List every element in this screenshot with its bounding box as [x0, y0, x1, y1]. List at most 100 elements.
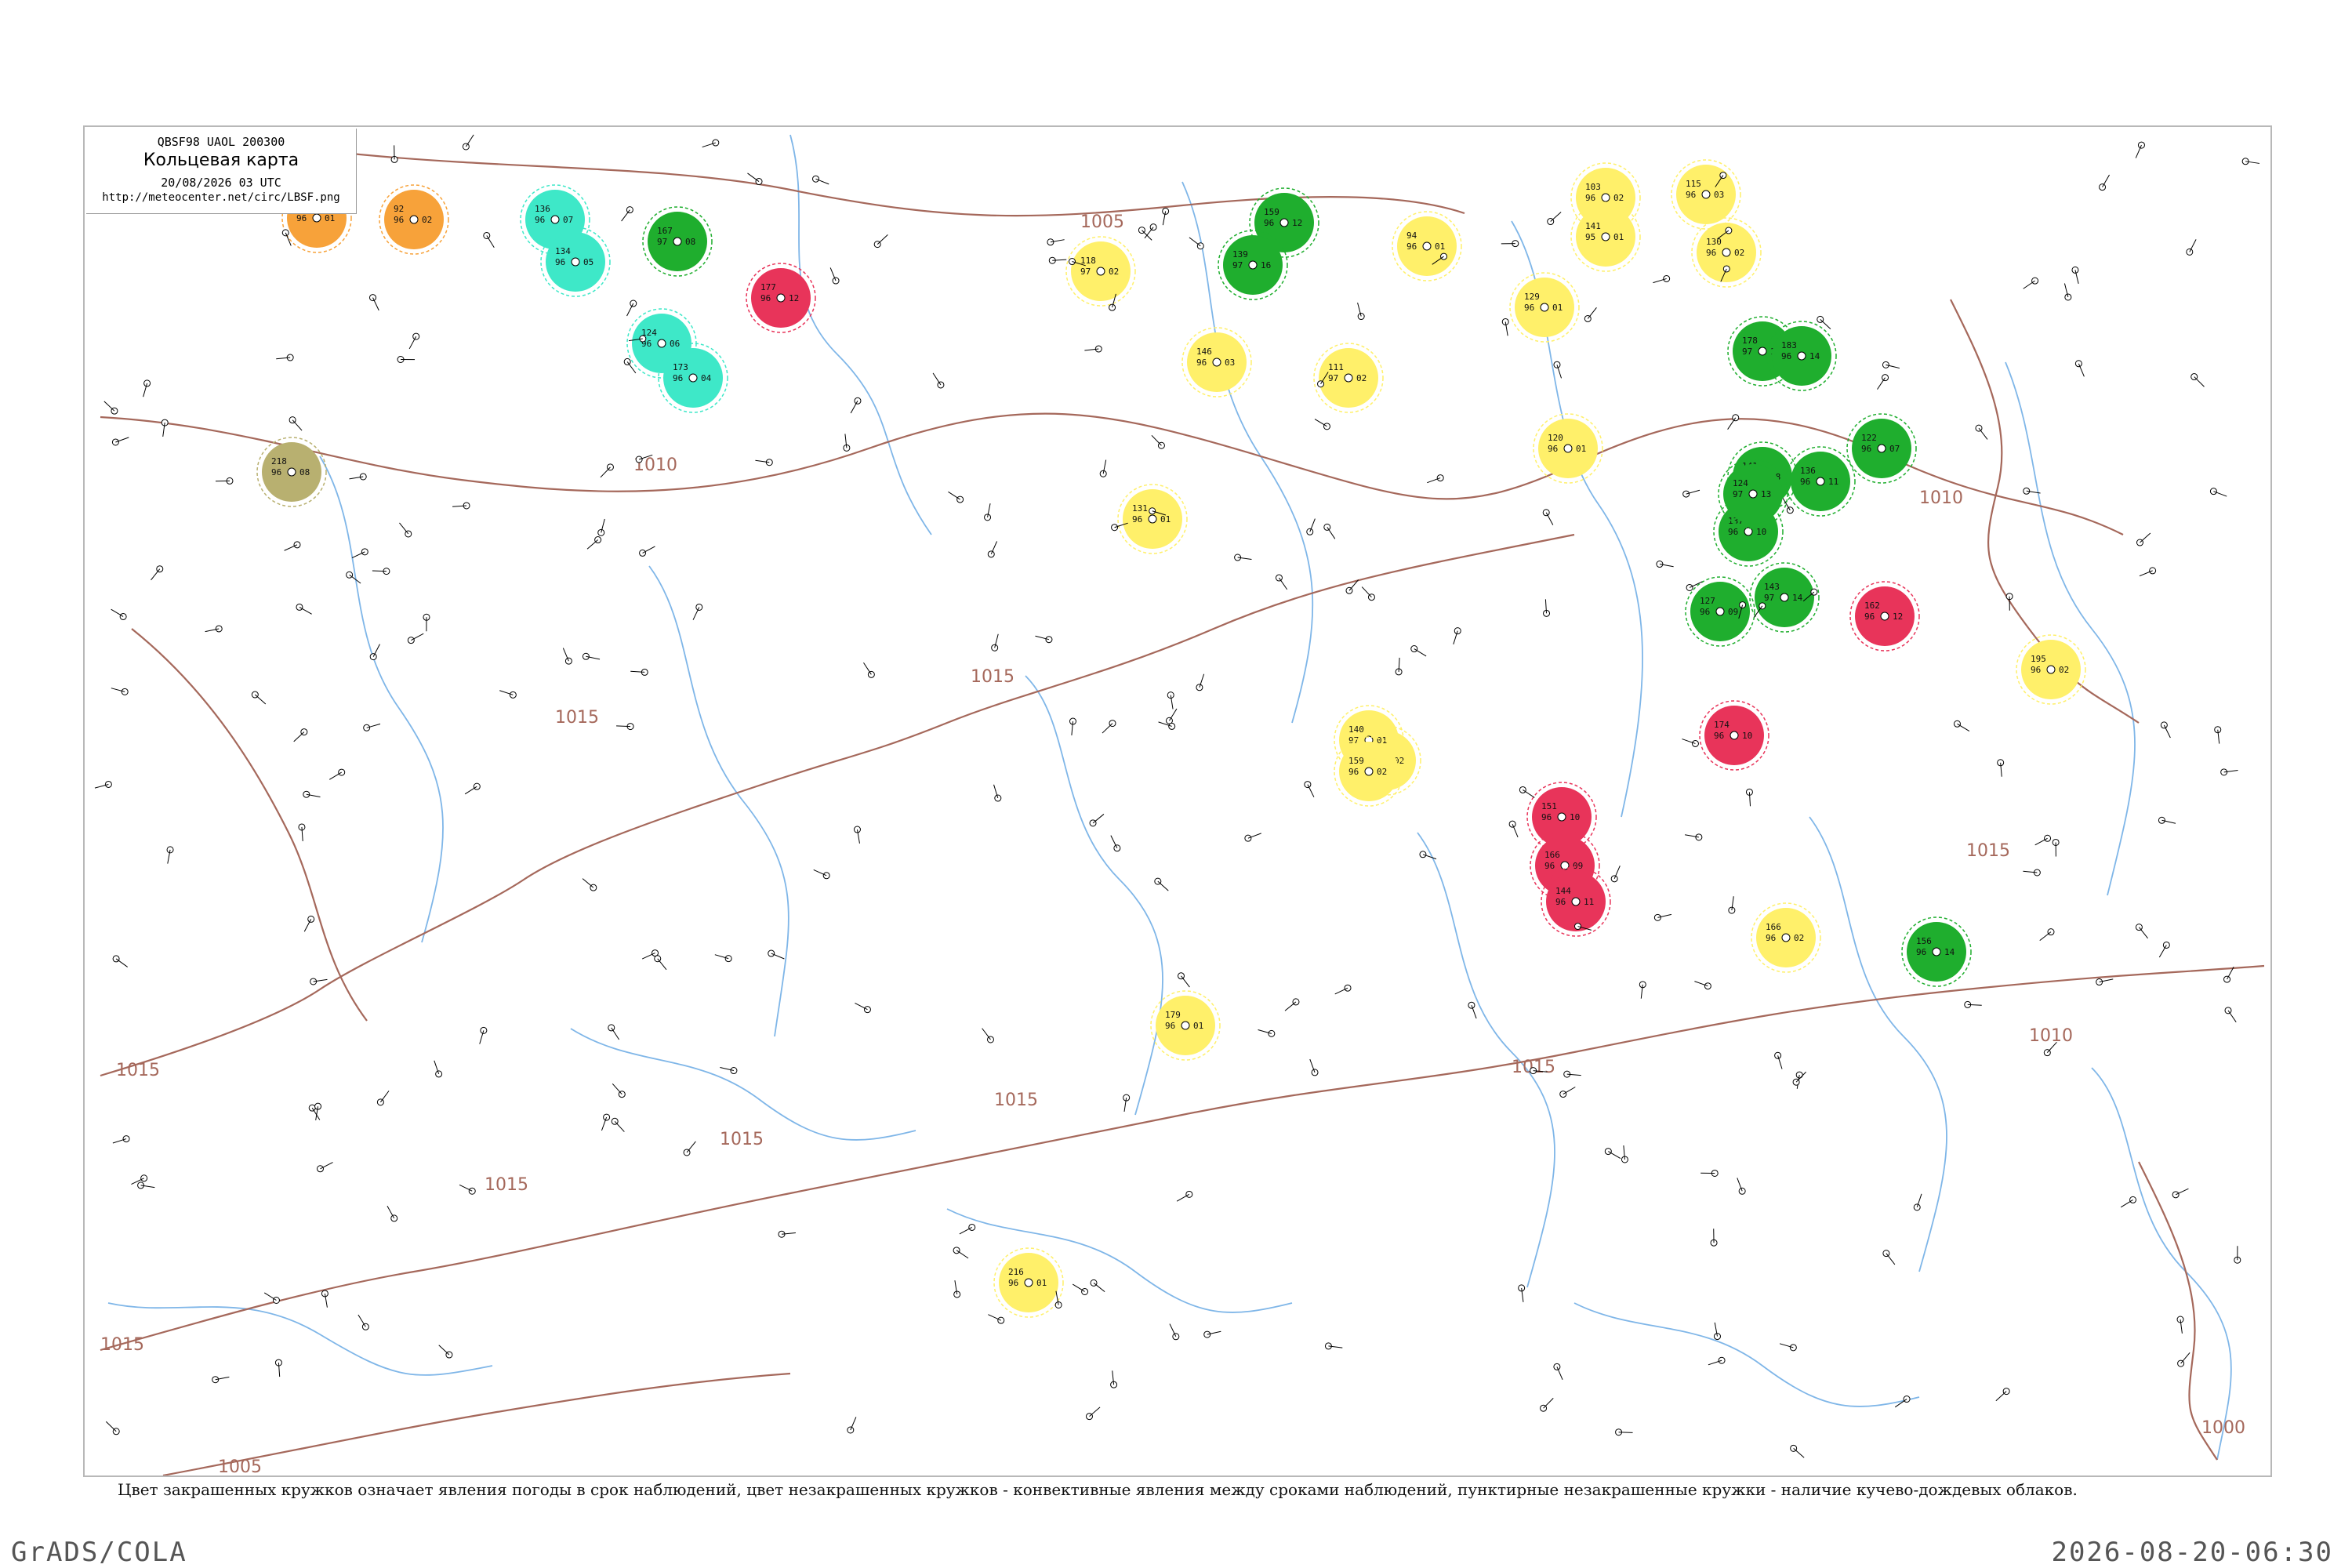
- isobar-label: 1000: [2201, 1418, 2245, 1438]
- station-dot: [312, 213, 321, 223]
- station-marker: [1244, 833, 1261, 842]
- station-marker: [289, 416, 303, 431]
- station-marker: [1682, 739, 1699, 747]
- station-temp: 122: [1861, 433, 1877, 443]
- station-marker: [1090, 1279, 1105, 1292]
- station-dot: [1601, 232, 1610, 241]
- station-marker: [1123, 1094, 1131, 1112]
- river: [2005, 361, 2136, 896]
- station-temp: 146: [1196, 347, 1212, 357]
- station-marker: [376, 1091, 390, 1106]
- station-marker: [1584, 307, 1597, 322]
- station-pressure: 96: [1728, 527, 1738, 537]
- station-fog-circle: 12996 01: [1509, 272, 1580, 343]
- station-marker: [2158, 941, 2170, 958]
- station-dewpoint: 07: [563, 215, 573, 225]
- station-dot: [1024, 1278, 1033, 1287]
- station-marker: [1964, 1000, 1982, 1008]
- station-dot: [1248, 260, 1258, 270]
- station-marker: [1547, 212, 1562, 226]
- station-marker: [1653, 913, 1672, 921]
- station-marker: [351, 548, 368, 558]
- station-pressure: 96: [1766, 933, 1776, 943]
- station-marker: [1419, 851, 1437, 860]
- station-marker: [1877, 374, 1889, 390]
- station-marker: [630, 668, 648, 676]
- station-pressure: 96: [1706, 248, 1716, 258]
- station-thunder-circle: 17796 12: [746, 263, 816, 333]
- station-dewpoint: 01: [1193, 1021, 1203, 1031]
- station-marker: [1169, 1323, 1180, 1341]
- station-marker: [600, 463, 614, 478]
- station-marker: [1110, 1370, 1118, 1388]
- station-dewpoint: 02: [422, 215, 432, 225]
- station-marker: [1323, 523, 1336, 539]
- station-dot: [1181, 1021, 1190, 1030]
- station-marker: [2186, 239, 2197, 256]
- river: [1809, 816, 1947, 1272]
- station-marker: [1774, 1051, 1783, 1069]
- station-fog-circle: 16696 02: [1751, 902, 1821, 973]
- station-dewpoint: 16: [1261, 260, 1271, 270]
- station-pressure: 97: [1328, 373, 1338, 383]
- station-marker: [407, 633, 424, 644]
- station-pressure: 96: [535, 215, 545, 225]
- station-marker: [346, 571, 361, 584]
- station-marker: [274, 1359, 282, 1377]
- station-marker: [372, 568, 390, 575]
- isobar: [131, 628, 368, 1022]
- station-marker: [1508, 820, 1519, 837]
- station-marker: [349, 473, 367, 481]
- station-marker: [483, 231, 495, 249]
- river: [2091, 1067, 2232, 1461]
- isobar-label: 1010: [2029, 1026, 2073, 1046]
- station-marker: [755, 459, 773, 466]
- station-marker: [1975, 424, 1988, 440]
- station-pressure: 96: [1165, 1021, 1175, 1031]
- station-marker: [499, 690, 517, 699]
- station-marker: [812, 175, 829, 185]
- station-dot: [550, 215, 560, 224]
- station-temp: 92: [394, 204, 404, 214]
- station-marker: [399, 522, 412, 538]
- station-temp: 141: [1585, 221, 1601, 231]
- station-marker: [847, 1417, 857, 1434]
- station-dot: [673, 237, 682, 246]
- station-marker: [654, 955, 667, 971]
- station-dewpoint: 04: [701, 373, 712, 383]
- station-marker: [316, 1162, 333, 1173]
- station-dewpoint: 14: [1944, 947, 1955, 957]
- isobars: [100, 133, 2265, 1475]
- station-marker: [151, 565, 164, 581]
- station-temp: 120: [1548, 433, 1563, 443]
- station-marker: [1543, 599, 1551, 617]
- station-pressure: 96: [296, 213, 307, 223]
- station-rain-circle: 12296 07: [1846, 413, 1917, 484]
- station-marker: [1196, 673, 1205, 691]
- station-dot: [1571, 897, 1581, 906]
- rivers: [107, 134, 2232, 1461]
- station-pressure: 96: [760, 293, 771, 303]
- station-marker: [2190, 373, 2205, 387]
- station-marker: [1745, 788, 1753, 807]
- station-marker: [2241, 158, 2260, 165]
- station-marker: [1085, 1406, 1101, 1421]
- station-marker: [1553, 1363, 1563, 1381]
- station-temp: 173: [673, 362, 688, 372]
- station-marker: [1314, 419, 1330, 430]
- station-temp: 124: [1733, 478, 1748, 488]
- station-dewpoint: 01: [1036, 1278, 1047, 1288]
- station-marker: [1790, 1444, 1805, 1458]
- station-marker: [2071, 266, 2079, 284]
- station-temp: 139: [1232, 249, 1248, 260]
- station-marker: [853, 826, 861, 844]
- station-marker: [94, 780, 112, 789]
- station-marker: [597, 518, 605, 536]
- station-marker: [1324, 1342, 1343, 1350]
- station-temp: 111: [1328, 362, 1344, 372]
- station-temp: 144: [1555, 886, 1571, 896]
- station-dot: [1344, 373, 1353, 383]
- station-marker: [1453, 627, 1461, 644]
- station-marker: [1553, 361, 1562, 379]
- station-dot: [1722, 248, 1731, 257]
